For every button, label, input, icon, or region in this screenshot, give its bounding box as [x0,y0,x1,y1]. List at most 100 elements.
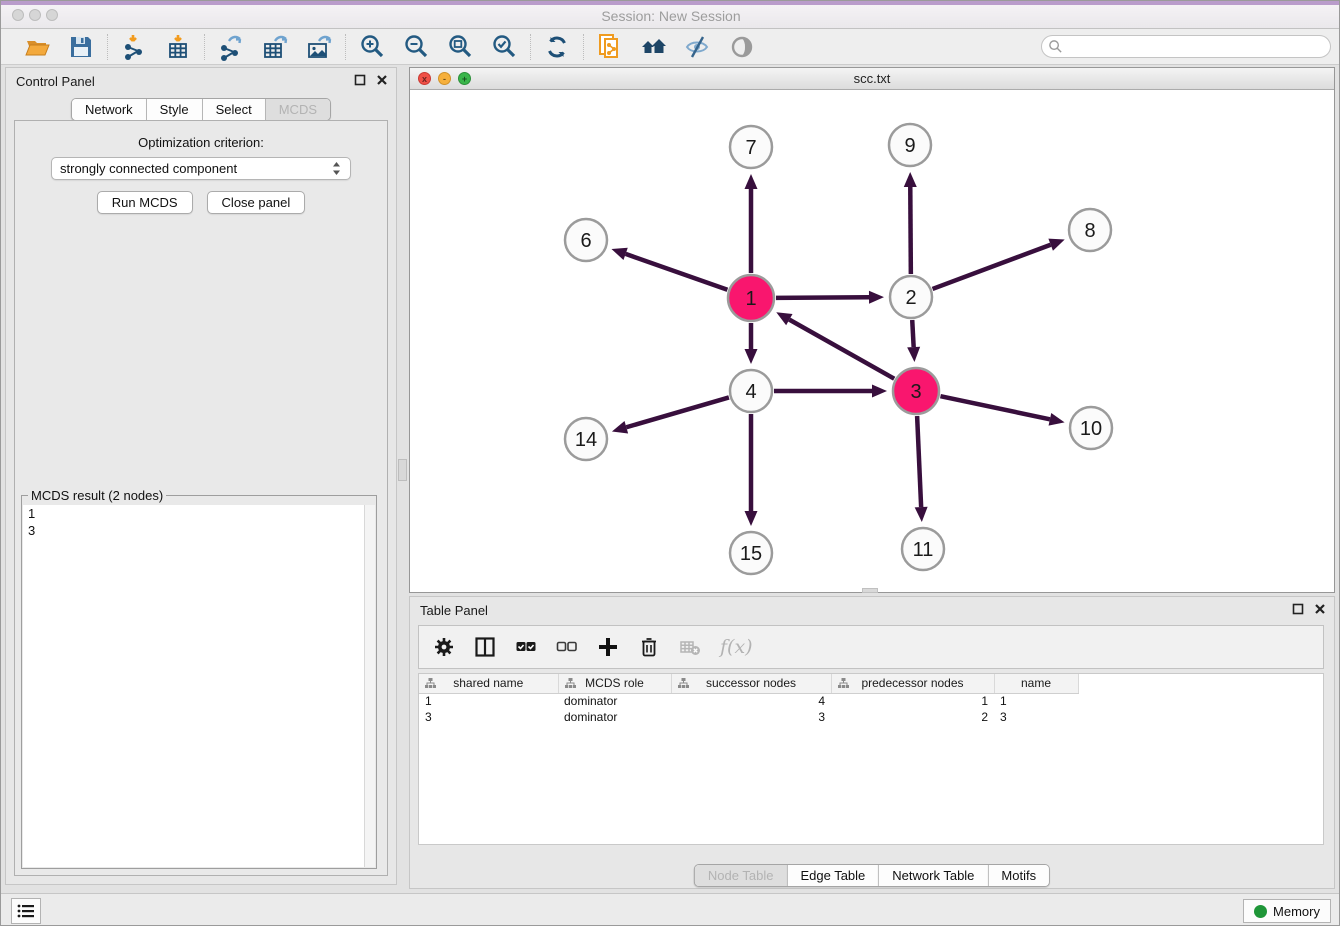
table-cell[interactable]: 3 [994,709,1078,725]
graph-node-1[interactable]: 1 [728,275,774,321]
graph-node-11[interactable]: 11 [902,528,944,570]
table-cell[interactable]: 1 [831,693,994,709]
graph-node-15[interactable]: 15 [730,532,772,574]
close-table-panel-icon[interactable] [1314,603,1326,615]
column-header-mcds-role[interactable]: MCDS role [558,674,671,693]
tab-network[interactable]: Network [72,99,147,120]
zoom-fit-icon[interactable] [446,33,474,61]
close-panel-icon[interactable] [376,74,388,86]
result-scrollbar[interactable] [364,505,375,867]
memory-button[interactable]: Memory [1243,899,1331,923]
table-cell-filler [1078,709,1323,725]
network-graph[interactable]: 7 9 6 8 1 2 4 3 14 10 15 11 [410,90,1334,592]
add-row-icon[interactable] [597,636,619,658]
graph-edge-arrowhead [915,507,928,522]
tab-node-table[interactable]: Node Table [695,865,788,886]
function-builder-icon: f(x) [720,636,753,658]
column-header-predecessor-nodes[interactable]: predecessor nodes [831,674,994,693]
graph-node-14[interactable]: 14 [565,418,607,460]
zoom-out-icon[interactable] [402,33,430,61]
svg-text:14: 14 [575,429,597,451]
column-header-shared-name[interactable]: shared name [419,674,558,693]
graph-node-10[interactable]: 10 [1070,407,1112,449]
zoom-in-icon[interactable] [358,33,386,61]
graph-edge-2-9[interactable] [910,187,911,274]
toggle-column-panel-icon[interactable] [474,636,496,658]
zoom-selected-icon[interactable] [490,33,518,61]
table-row[interactable]: 3dominator323 [419,709,1323,725]
export-table-icon[interactable] [261,33,289,61]
tab-network-table[interactable]: Network Table [879,865,988,886]
graph-node-4[interactable]: 4 [730,370,772,412]
table-cell[interactable]: dominator [558,693,671,709]
task-history-button[interactable] [11,898,41,924]
tab-mcds[interactable]: MCDS [266,99,330,120]
show-graphics-details-icon[interactable] [728,33,756,61]
deselect-all-columns-icon[interactable] [556,636,578,658]
table-row[interactable]: 1dominator411 [419,693,1323,709]
titlebar-accent-strip [1,1,1340,5]
table-cell[interactable]: 1 [994,693,1078,709]
graph-edge-3-11[interactable] [917,416,921,507]
tab-edge-table[interactable]: Edge Table [787,865,879,886]
select-all-columns-icon[interactable] [515,636,537,658]
save-session-icon[interactable] [67,33,95,61]
hide-graphics-details-icon[interactable] [684,33,712,61]
float-panel-icon[interactable] [354,74,366,86]
refresh-view-icon[interactable] [543,33,571,61]
svg-text:10: 10 [1080,418,1102,440]
graph-node-7[interactable]: 7 [730,126,772,168]
float-table-panel-icon[interactable] [1292,603,1304,615]
table-cell[interactable]: 2 [831,709,994,725]
mcds-result-area[interactable]: 13 [23,505,375,867]
table-cell[interactable]: 3 [419,709,558,725]
tab-select[interactable]: Select [203,99,266,120]
network-window-titlebar[interactable]: x - + scc.txt [410,68,1334,90]
export-network-icon[interactable] [217,33,245,61]
table-settings-icon[interactable] [433,636,455,658]
panel-divider-grip[interactable] [398,459,407,481]
export-image-icon[interactable] [305,33,333,61]
graph-edge-arrowhead [611,248,627,260]
delete-row-icon[interactable] [638,636,660,658]
import-table-icon[interactable] [164,33,192,61]
table-cell[interactable]: 3 [671,709,831,725]
graph-node-8[interactable]: 8 [1069,209,1111,251]
hierarchy-icon [838,678,849,689]
graph-edge-3-10[interactable] [940,396,1049,419]
table-cell[interactable]: 4 [671,693,831,709]
close-panel-button[interactable]: Close panel [207,191,306,214]
open-session-icon[interactable] [23,33,51,61]
svg-text:4: 4 [745,381,756,403]
window-title: Session: New Session [1,8,1340,24]
column-header-filler [1078,674,1323,693]
search-field[interactable] [1041,35,1331,58]
delete-table-icon [679,636,701,658]
graph-edge-1-6[interactable] [626,254,728,290]
network-resize-grip[interactable] [862,588,878,593]
graph-edge-3-1[interactable] [789,320,894,379]
column-header-name[interactable]: name [994,674,1078,693]
graph-edge-4-14[interactable] [626,397,729,427]
graph-edge-arrowhead [904,172,917,187]
graph-node-2[interactable]: 2 [890,276,932,318]
search-input[interactable] [1063,38,1330,56]
column-header-successor-nodes[interactable]: successor nodes [671,674,831,693]
graph-edge-2-8[interactable] [933,245,1051,289]
table-cell[interactable]: dominator [558,709,671,725]
table-cell[interactable]: 1 [419,693,558,709]
tab-motifs[interactable]: Motifs [988,865,1049,886]
import-network-icon[interactable] [120,33,148,61]
graph-node-9[interactable]: 9 [889,124,931,166]
graph-edge-2-3[interactable] [912,320,913,347]
network-from-selection-icon[interactable] [596,33,624,61]
run-mcds-button[interactable]: Run MCDS [97,191,193,214]
graph-node-6[interactable]: 6 [565,219,607,261]
memory-status-icon [1254,905,1267,918]
graph-node-3[interactable]: 3 [893,368,939,414]
graph-edge-1-2[interactable] [776,297,869,298]
graph-edge-arrowhead [872,385,887,398]
tab-style[interactable]: Style [147,99,203,120]
optimization-criterion-select[interactable]: strongly connected component [51,157,351,180]
show-all-networks-icon[interactable] [640,33,668,61]
